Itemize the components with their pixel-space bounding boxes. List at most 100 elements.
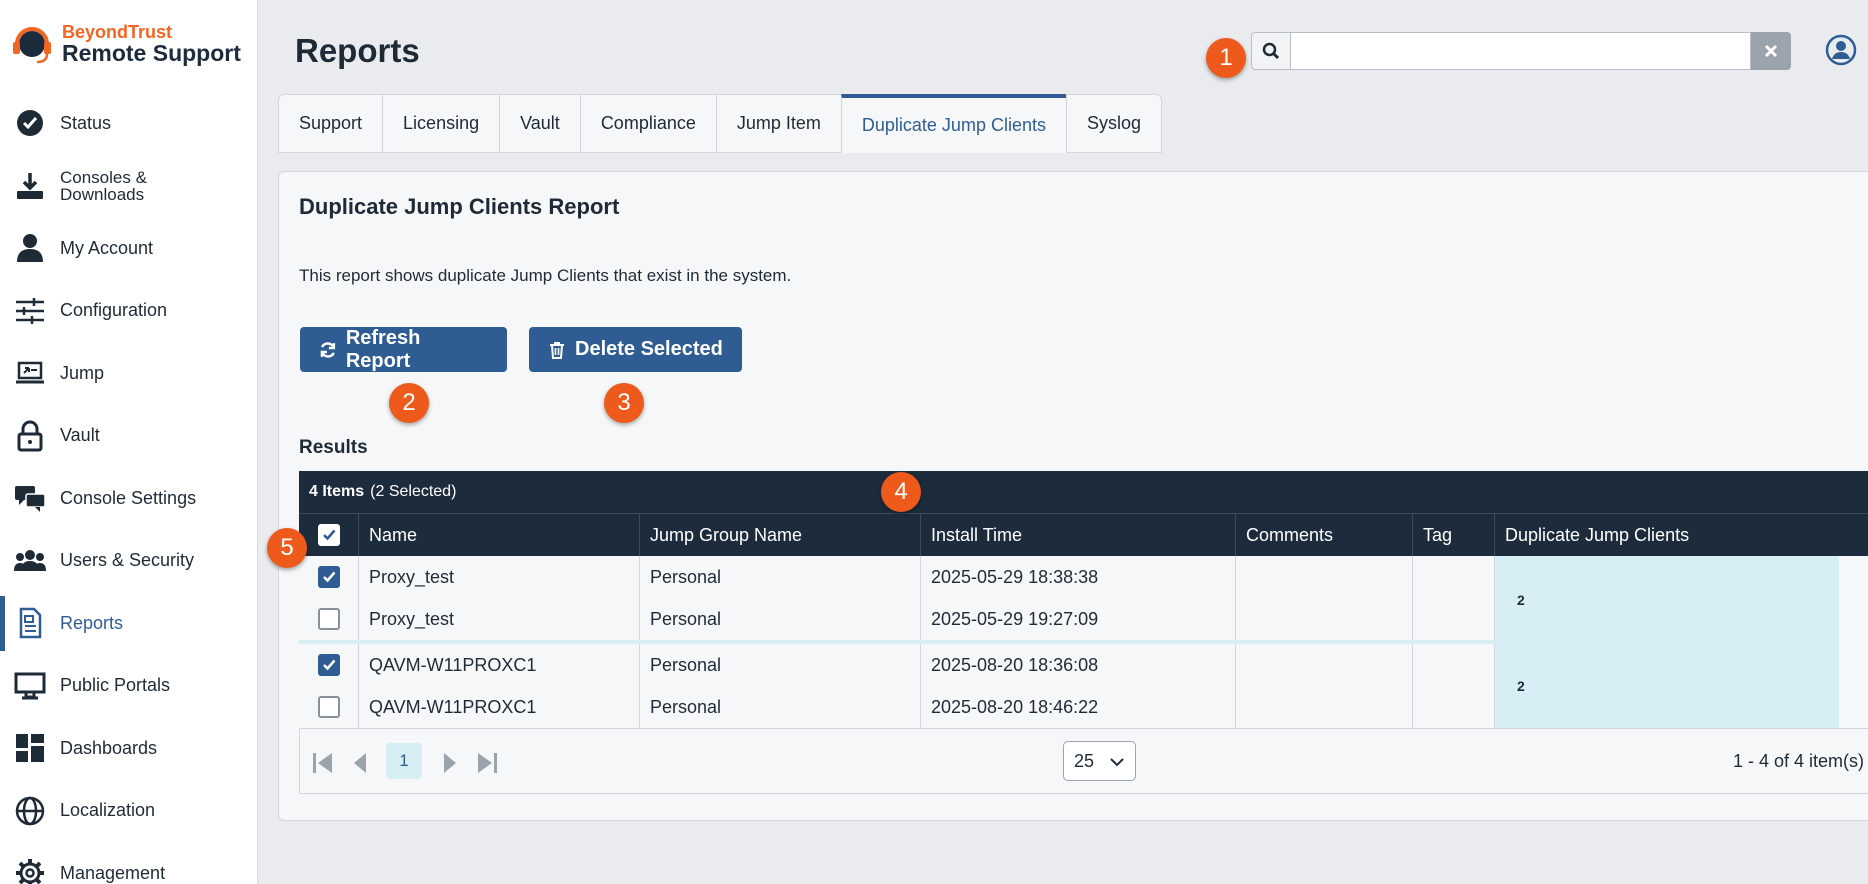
duplicate-group: Proxy_test Personal 2025-05-29 18:38:38 … xyxy=(299,556,1868,644)
current-page-button[interactable]: 1 xyxy=(386,743,422,779)
search-input[interactable] xyxy=(1291,32,1751,70)
table-row[interactable]: QAVM-W11PROXC1 Personal 2025-08-20 18:36… xyxy=(299,644,1495,686)
checkmark-icon xyxy=(322,659,335,671)
row-checkbox[interactable] xyxy=(317,696,340,718)
sidebar-item-label: Vault xyxy=(60,425,100,446)
sidebar-item-consoles-downloads[interactable]: Consoles & Downloads xyxy=(0,155,258,218)
cell-name: QAVM-W11PROXC1 xyxy=(359,644,640,686)
row-checkbox[interactable] xyxy=(317,566,340,588)
table-summary-bar: 4 Items (2 Selected) xyxy=(299,471,1868,513)
sidebar-item-public-portals[interactable]: Public Portals xyxy=(0,655,258,718)
chevron-down-icon xyxy=(1110,758,1124,767)
sidebar: BeyondTrust Remote Support Status Consol… xyxy=(0,0,258,884)
report-title: Duplicate Jump Clients Report xyxy=(299,194,620,219)
row-checkbox[interactable] xyxy=(317,654,340,676)
cell-jump-group: Personal xyxy=(640,598,921,640)
tab-licensing[interactable]: Licensing xyxy=(382,94,500,153)
column-header-tag[interactable]: Tag xyxy=(1413,514,1495,556)
sidebar-item-console-settings[interactable]: Console Settings xyxy=(0,467,258,530)
sidebar-item-management[interactable]: Management xyxy=(0,842,258,884)
cell-comments xyxy=(1236,644,1413,686)
refresh-report-button[interactable]: Refresh Report xyxy=(300,327,507,372)
sidebar-item-label: Public Portals xyxy=(60,675,171,696)
page-size-select[interactable]: 25 xyxy=(1063,741,1136,781)
cell-tag xyxy=(1413,556,1495,598)
results-table: 4 Items (2 Selected) Name Jump Group Nam… xyxy=(299,471,1868,794)
page-size-value: 25 xyxy=(1074,750,1095,771)
lock-icon xyxy=(14,420,46,452)
sliders-icon xyxy=(14,295,46,327)
select-all-checkbox[interactable] xyxy=(317,524,340,546)
brand-logo-area[interactable]: BeyondTrust Remote Support xyxy=(10,22,241,66)
sidebar-item-jump[interactable]: Jump xyxy=(0,342,258,405)
sidebar-item-localization[interactable]: Localization xyxy=(0,780,258,843)
tab-jump-item[interactable]: Jump Item xyxy=(715,94,841,153)
users-icon xyxy=(14,545,46,577)
delete-selected-label: Delete Selected xyxy=(575,338,723,360)
sidebar-item-label: Dashboards xyxy=(60,737,158,758)
report-description: This report shows duplicate Jump Clients… xyxy=(299,266,792,285)
checkmark-icon xyxy=(322,571,335,583)
cell-install-time: 2025-05-29 18:38:38 xyxy=(921,556,1236,598)
headset-logo-icon xyxy=(10,22,54,66)
delete-selected-button[interactable]: Delete Selected xyxy=(529,327,742,372)
items-count: 4 Items xyxy=(309,483,365,500)
column-header-jump-group[interactable]: Jump Group Name xyxy=(640,514,921,556)
chat-bubbles-icon xyxy=(14,482,46,514)
user-account-icon[interactable] xyxy=(1825,34,1857,66)
results-heading: Results xyxy=(299,437,368,458)
last-page-icon[interactable] xyxy=(474,749,500,777)
tab-vault[interactable]: Vault xyxy=(499,94,580,153)
refresh-report-label: Refresh Report xyxy=(345,326,421,372)
tab-syslog[interactable]: Syslog xyxy=(1065,94,1162,153)
tab-duplicate-jump-clients[interactable]: Duplicate Jump Clients xyxy=(840,94,1066,153)
column-header-name[interactable]: Name xyxy=(359,514,640,556)
first-page-icon[interactable] xyxy=(310,749,336,777)
sidebar-item-my-account[interactable]: My Account xyxy=(0,217,258,280)
cell-tag xyxy=(1413,686,1495,728)
callout-marker-1: 1 xyxy=(1206,38,1246,78)
cell-comments xyxy=(1236,556,1413,598)
dashboard-icon xyxy=(14,732,46,764)
sidebar-item-users-security[interactable]: Users & Security xyxy=(0,530,258,593)
selected-count: (2 Selected) xyxy=(370,483,457,500)
refresh-icon xyxy=(320,341,336,358)
tab-compliance[interactable]: Compliance xyxy=(579,94,716,153)
sidebar-item-configuration[interactable]: Configuration xyxy=(0,280,258,343)
table-row[interactable]: Proxy_test Personal 2025-05-29 19:27:09 xyxy=(299,598,1495,640)
sidebar-item-label: Status xyxy=(60,112,112,133)
cell-name: QAVM-W11PROXC1 xyxy=(359,686,640,728)
search-clear-button[interactable] xyxy=(1751,32,1791,70)
sidebar-nav: Status Consoles & Downloads My Account C… xyxy=(0,92,258,884)
brand-company: BeyondTrust xyxy=(62,22,173,42)
table-row[interactable]: QAVM-W11PROXC1 Personal 2025-08-20 18:46… xyxy=(299,686,1495,728)
tab-support[interactable]: Support xyxy=(278,94,383,153)
cell-jump-group: Personal xyxy=(640,686,921,728)
duplicate-group: QAVM-W11PROXC1 Personal 2025-08-20 18:36… xyxy=(299,644,1868,728)
search-button[interactable] xyxy=(1251,32,1291,70)
select-all-cell xyxy=(299,514,359,556)
cell-tag xyxy=(1413,598,1495,640)
globe-icon xyxy=(14,795,46,827)
cell-duplicate-count: 2 xyxy=(1495,644,1839,728)
row-checkbox[interactable] xyxy=(317,608,340,630)
sidebar-item-dashboards[interactable]: Dashboards xyxy=(0,717,258,780)
report-document-icon xyxy=(14,607,46,639)
column-header-install-time[interactable]: Install Time xyxy=(921,514,1236,556)
close-icon xyxy=(1764,44,1778,58)
sidebar-item-label: Console Settings xyxy=(60,487,197,508)
next-page-icon[interactable] xyxy=(436,749,462,777)
sidebar-item-reports[interactable]: Reports xyxy=(0,592,258,655)
checkmark-icon xyxy=(322,529,335,541)
table-row[interactable]: Proxy_test Personal 2025-05-29 18:38:38 xyxy=(299,556,1495,598)
sidebar-item-status[interactable]: Status xyxy=(0,92,258,155)
callout-marker-5: 5 xyxy=(267,528,307,568)
sidebar-item-label: Jump xyxy=(60,362,105,383)
cell-install-time: 2025-08-20 18:46:22 xyxy=(921,686,1236,728)
column-header-comments[interactable]: Comments xyxy=(1236,514,1413,556)
page-title: Reports xyxy=(295,32,420,69)
previous-page-icon[interactable] xyxy=(348,749,374,777)
column-header-duplicates[interactable]: Duplicate Jump Clients xyxy=(1495,514,1839,556)
sidebar-item-vault[interactable]: Vault xyxy=(0,405,258,468)
cell-comments xyxy=(1236,598,1413,640)
